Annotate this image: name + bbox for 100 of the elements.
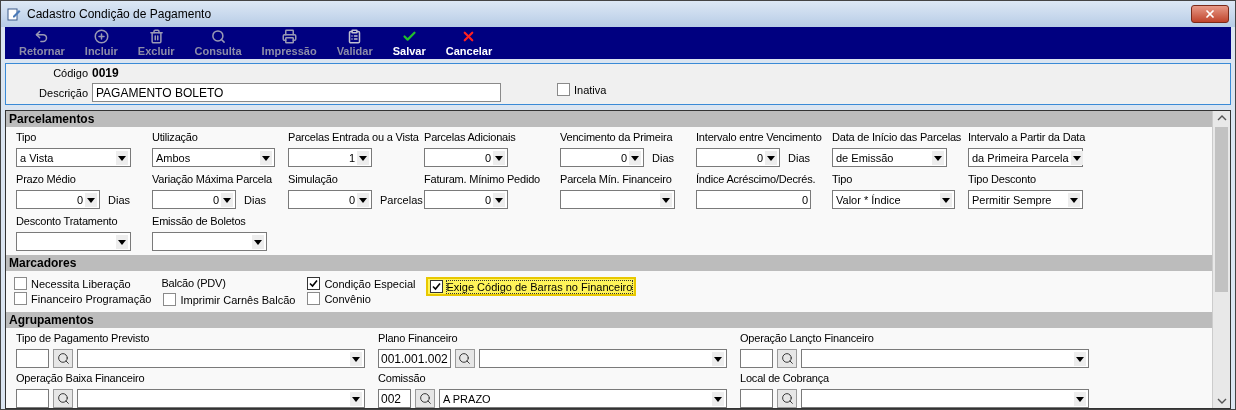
dropdown[interactable] — [77, 349, 365, 368]
toolbar-button[interactable]: Cancelar — [435, 27, 503, 59]
search-button[interactable] — [415, 389, 435, 408]
code-field[interactable] — [16, 349, 49, 368]
dropdown[interactable] — [152, 232, 267, 251]
field-label: Parcelas Entrada ou a Vista — [288, 131, 419, 145]
code-field[interactable]: 002 — [378, 389, 411, 408]
scroll-thumb[interactable] — [1215, 127, 1228, 292]
field-label: Comissão — [378, 372, 426, 386]
search-icon — [56, 392, 70, 405]
checkbox-option[interactable]: Exige Código de Barras no Financeiro — [425, 277, 637, 296]
input-field[interactable]: 0 — [696, 190, 811, 209]
field-label: Simulação — [288, 173, 338, 187]
checkbox[interactable] — [307, 277, 321, 290]
checkbox[interactable] — [163, 293, 177, 306]
field-label: Tipo Desconto — [968, 173, 1036, 187]
number-dropdown[interactable]: 0 — [560, 148, 644, 167]
dropdown[interactable] — [478, 349, 727, 368]
field-label: Intervalo entre Vencimento — [696, 131, 822, 145]
dropdown[interactable] — [801, 389, 1089, 408]
unit-label: Dias — [108, 193, 130, 206]
number-dropdown[interactable]: 0 — [424, 148, 508, 167]
field-label: Local de Cobrança — [740, 372, 829, 386]
section-header: Marcadores — [6, 255, 1212, 271]
close-button[interactable] — [1191, 5, 1229, 23]
code-field[interactable] — [16, 389, 49, 408]
field-label: Plano Financeiro — [378, 332, 458, 346]
dropdown[interactable]: da Primeira Parcela — [968, 148, 1083, 167]
checkmark-icon — [431, 282, 441, 291]
field-label: Tipo de Pagamento Previsto — [16, 332, 150, 346]
field-label: Utilização — [152, 131, 198, 145]
field-label: Tipo — [832, 173, 853, 187]
checkmark-icon — [309, 279, 319, 288]
search-button[interactable] — [777, 349, 797, 368]
field-label: Operação Lançto Financeiro — [740, 332, 874, 346]
dropdown[interactable] — [801, 349, 1089, 368]
checkbox[interactable] — [307, 292, 321, 305]
section-header: Agrupamentos — [6, 312, 1212, 328]
code-field[interactable] — [740, 349, 773, 368]
window-title: Cadastro Condição de Pagamento — [27, 7, 213, 21]
printer-icon — [281, 29, 297, 44]
code-field[interactable] — [740, 389, 773, 408]
undo-arrow-icon — [34, 29, 50, 44]
checkbox-option[interactable]: Inativa — [555, 83, 609, 96]
unit-label: Parcelas — [380, 193, 423, 206]
dropdown[interactable]: A PRAZO — [439, 389, 727, 408]
field-label: Parcela Mín. Financeiro — [560, 173, 672, 187]
dropdown[interactable] — [560, 190, 675, 209]
number-dropdown[interactable]: 0 — [696, 148, 780, 167]
field-label: Operação Baixa Financeiro — [16, 372, 145, 386]
group-label: Balcão (PDV) — [161, 277, 226, 291]
plus-circle-icon — [93, 29, 109, 44]
dropdown[interactable]: Ambos — [152, 148, 275, 167]
dropdown[interactable]: de Emissão — [832, 148, 947, 167]
search-button[interactable] — [53, 389, 73, 408]
checkbox[interactable] — [14, 277, 27, 290]
search-button[interactable] — [777, 389, 797, 408]
field-label: Parcelas Adicionais — [424, 131, 516, 145]
search-icon — [210, 29, 226, 44]
check-icon — [401, 29, 417, 44]
search-button[interactable] — [454, 349, 475, 368]
search-button[interactable] — [53, 349, 73, 368]
field-label: Desconto Tratamento — [16, 215, 118, 229]
number-dropdown[interactable]: 1 — [288, 148, 372, 167]
toolbar-button[interactable]: Salvar — [382, 27, 436, 59]
list-icon — [347, 29, 363, 44]
field-label: Prazo Médio — [16, 173, 76, 187]
number-dropdown[interactable]: 0 — [424, 190, 508, 209]
code-field[interactable]: 001.001.002 — [378, 349, 451, 368]
field-label: Intervalo a Partir da Data — [968, 131, 1086, 145]
number-dropdown[interactable]: 0 — [16, 190, 100, 209]
document-edit-icon — [7, 7, 21, 21]
checkbox-option[interactable]: Necessita Liberação — [12, 277, 133, 290]
field-label: Variação Máxima Parcela — [152, 173, 272, 187]
search-icon — [56, 352, 70, 365]
dropdown[interactable] — [77, 389, 365, 408]
dropdown[interactable]: Permitir Sempre — [968, 190, 1083, 209]
dropdown[interactable]: a Vista — [16, 148, 131, 167]
checkbox-option[interactable]: Condição Especial — [305, 277, 418, 290]
unit-label: Dias — [652, 151, 674, 164]
field-label: Índice Acréscimo/Decrés. — [696, 173, 816, 187]
checkbox[interactable] — [429, 280, 443, 293]
trash-icon — [148, 29, 164, 44]
input-field[interactable]: PAGAMENTO BOLETO — [92, 83, 501, 102]
search-icon — [780, 392, 794, 405]
field-label: Tipo — [16, 131, 37, 145]
search-icon — [418, 392, 432, 405]
number-dropdown[interactable]: 0 — [288, 190, 372, 209]
checkbox-option[interactable]: Convênio — [305, 292, 373, 305]
checkbox[interactable] — [557, 83, 570, 96]
dropdown[interactable]: Valor * Índice — [832, 190, 955, 209]
dropdown[interactable] — [16, 232, 131, 251]
scrollbar[interactable] — [1212, 111, 1230, 408]
unit-label: Dias — [244, 193, 266, 206]
checkbox-option[interactable]: Imprimir Carnês Balcão — [161, 293, 298, 306]
checkbox-option[interactable]: Financeiro Programação — [12, 292, 154, 305]
unit-label: Dias — [788, 151, 810, 164]
field-label: Emissão de Boletos — [152, 215, 246, 229]
number-dropdown[interactable]: 0 — [152, 190, 236, 209]
checkbox[interactable] — [14, 292, 27, 305]
